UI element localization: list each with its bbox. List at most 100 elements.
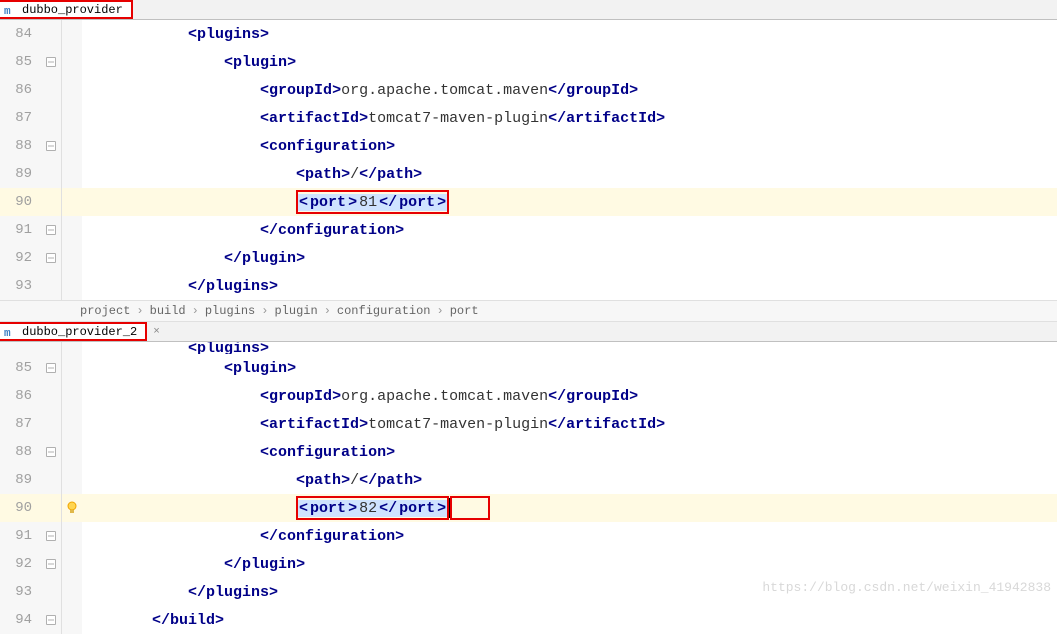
code-line[interactable]: </plugins> [82,272,1057,300]
code-line[interactable]: </plugin> [82,550,1057,578]
fold-column [40,550,62,578]
gutter-row: 91 [0,216,82,244]
indent [116,138,260,155]
code-token: plugin [242,556,296,573]
gutter-row: 88 [0,132,82,160]
chevron-right-icon: › [136,304,143,318]
icon-column [62,494,82,522]
fold-toggle-icon[interactable] [46,447,56,457]
icon-column [62,606,82,634]
breadcrumb-item[interactable]: project [80,304,130,318]
line-number: 90 [0,194,40,210]
code-area[interactable]: <plugins> [82,342,1057,354]
indent [116,612,152,629]
icon-column [62,216,82,244]
line-number: 92 [0,250,40,266]
code-token: configuration [269,444,386,461]
code-line[interactable]: <groupId>org.apache.tomcat.maven</groupI… [82,382,1057,410]
code-token: 82 [358,500,378,517]
code-token: > [386,138,395,155]
code-token: > [269,278,278,295]
fold-toggle-icon[interactable] [46,363,56,373]
maven-icon: m [4,3,18,17]
code-token: build [170,612,215,629]
fold-column [40,132,62,160]
code-line[interactable]: <port>81</port> [82,188,1057,216]
code-token: / [350,472,359,489]
code-line[interactable]: </configuration> [82,522,1057,550]
code-token: > [359,110,368,127]
line-number: 85 [0,360,40,376]
fold-toggle-icon[interactable] [46,531,56,541]
code-token: > [269,584,278,601]
indent [116,26,188,43]
line-number: 91 [0,528,40,544]
code-line[interactable]: <plugins> [82,20,1057,48]
fold-toggle-icon[interactable] [46,57,56,67]
code-token: < [296,472,305,489]
breadcrumb-item[interactable]: build [150,304,186,318]
code-line[interactable]: <port>82</port> [82,494,1057,522]
code-line[interactable]: </build> [82,606,1057,634]
line-number: 88 [0,444,40,460]
breadcrumb-item[interactable]: configuration [337,304,431,318]
breadcrumb-item[interactable]: plugins [205,304,255,318]
fold-column [40,522,62,550]
fold-column [40,606,62,634]
close-icon[interactable]: × [147,326,166,338]
code-line[interactable]: </plugin> [82,244,1057,272]
fold-toggle-icon[interactable] [46,253,56,263]
code-line[interactable]: <configuration> [82,438,1057,466]
code-token: org.apache.tomcat.maven [341,82,548,99]
icon-column [62,244,82,272]
code-line[interactable]: <configuration> [82,132,1057,160]
code-token: port [309,194,347,211]
code-area[interactable]: <plugins> <plugin> <groupId>org.apache.t… [82,20,1057,300]
fold-toggle-icon[interactable] [46,141,56,151]
code-line[interactable]: <groupId>org.apache.tomcat.maven</groupI… [82,76,1057,104]
code-line[interactable]: <path>/</path> [82,466,1057,494]
code-line[interactable]: <path>/</path> [82,160,1057,188]
code-token: < [260,444,269,461]
icon-column [62,160,82,188]
gutter-row: 89 [0,466,82,494]
lightbulb-icon[interactable] [65,501,79,515]
breadcrumb-item[interactable]: plugin [274,304,317,318]
fold-column [40,76,62,104]
code-token: </ [188,278,206,295]
code-token: </ [188,584,206,601]
tab-label: dubbo_provider [22,3,123,17]
code-token: </ [378,500,398,517]
indent [116,528,260,545]
code-line[interactable]: <artifactId>tomcat7-maven-plugin</artifa… [82,410,1057,438]
tab-bar: mdubbo_provider_2× [0,322,1057,342]
code-token: tomcat7-maven-plugin [368,416,548,433]
fold-toggle-icon[interactable] [46,615,56,625]
code-line[interactable]: </plugins> [82,578,1057,606]
icon-column [62,466,82,494]
code-area[interactable]: <plugin> <groupId>org.apache.tomcat.mave… [82,354,1057,634]
highlight-box: <port>81</port> [296,190,449,214]
code-line[interactable]: <artifactId>tomcat7-maven-plugin</artifa… [82,104,1057,132]
line-number: 88 [0,138,40,154]
code-token: artifactId [269,110,359,127]
fold-toggle-icon[interactable] [46,559,56,569]
indent [116,222,260,239]
fold-toggle-icon[interactable] [46,225,56,235]
file-tab[interactable]: mdubbo_provider_2 [0,322,147,341]
breadcrumb-item[interactable]: port [450,304,479,318]
code-line[interactable]: </configuration> [82,216,1057,244]
code-token: plugin [233,54,287,71]
chevron-right-icon: › [324,304,331,318]
indent [116,54,224,71]
fold-column [40,272,62,300]
code-token: </ [260,528,278,545]
line-number: 86 [0,82,40,98]
file-tab[interactable]: m dubbo_provider [0,0,133,19]
fold-column [40,160,62,188]
code-line[interactable]: <plugin> [82,354,1057,382]
code-token: </ [224,250,242,267]
code-line[interactable]: <plugin> [82,48,1057,76]
breadcrumb[interactable]: project›build›plugins›plugin›configurati… [0,300,1057,322]
tab-label: dubbo_provider_2 [22,325,137,339]
